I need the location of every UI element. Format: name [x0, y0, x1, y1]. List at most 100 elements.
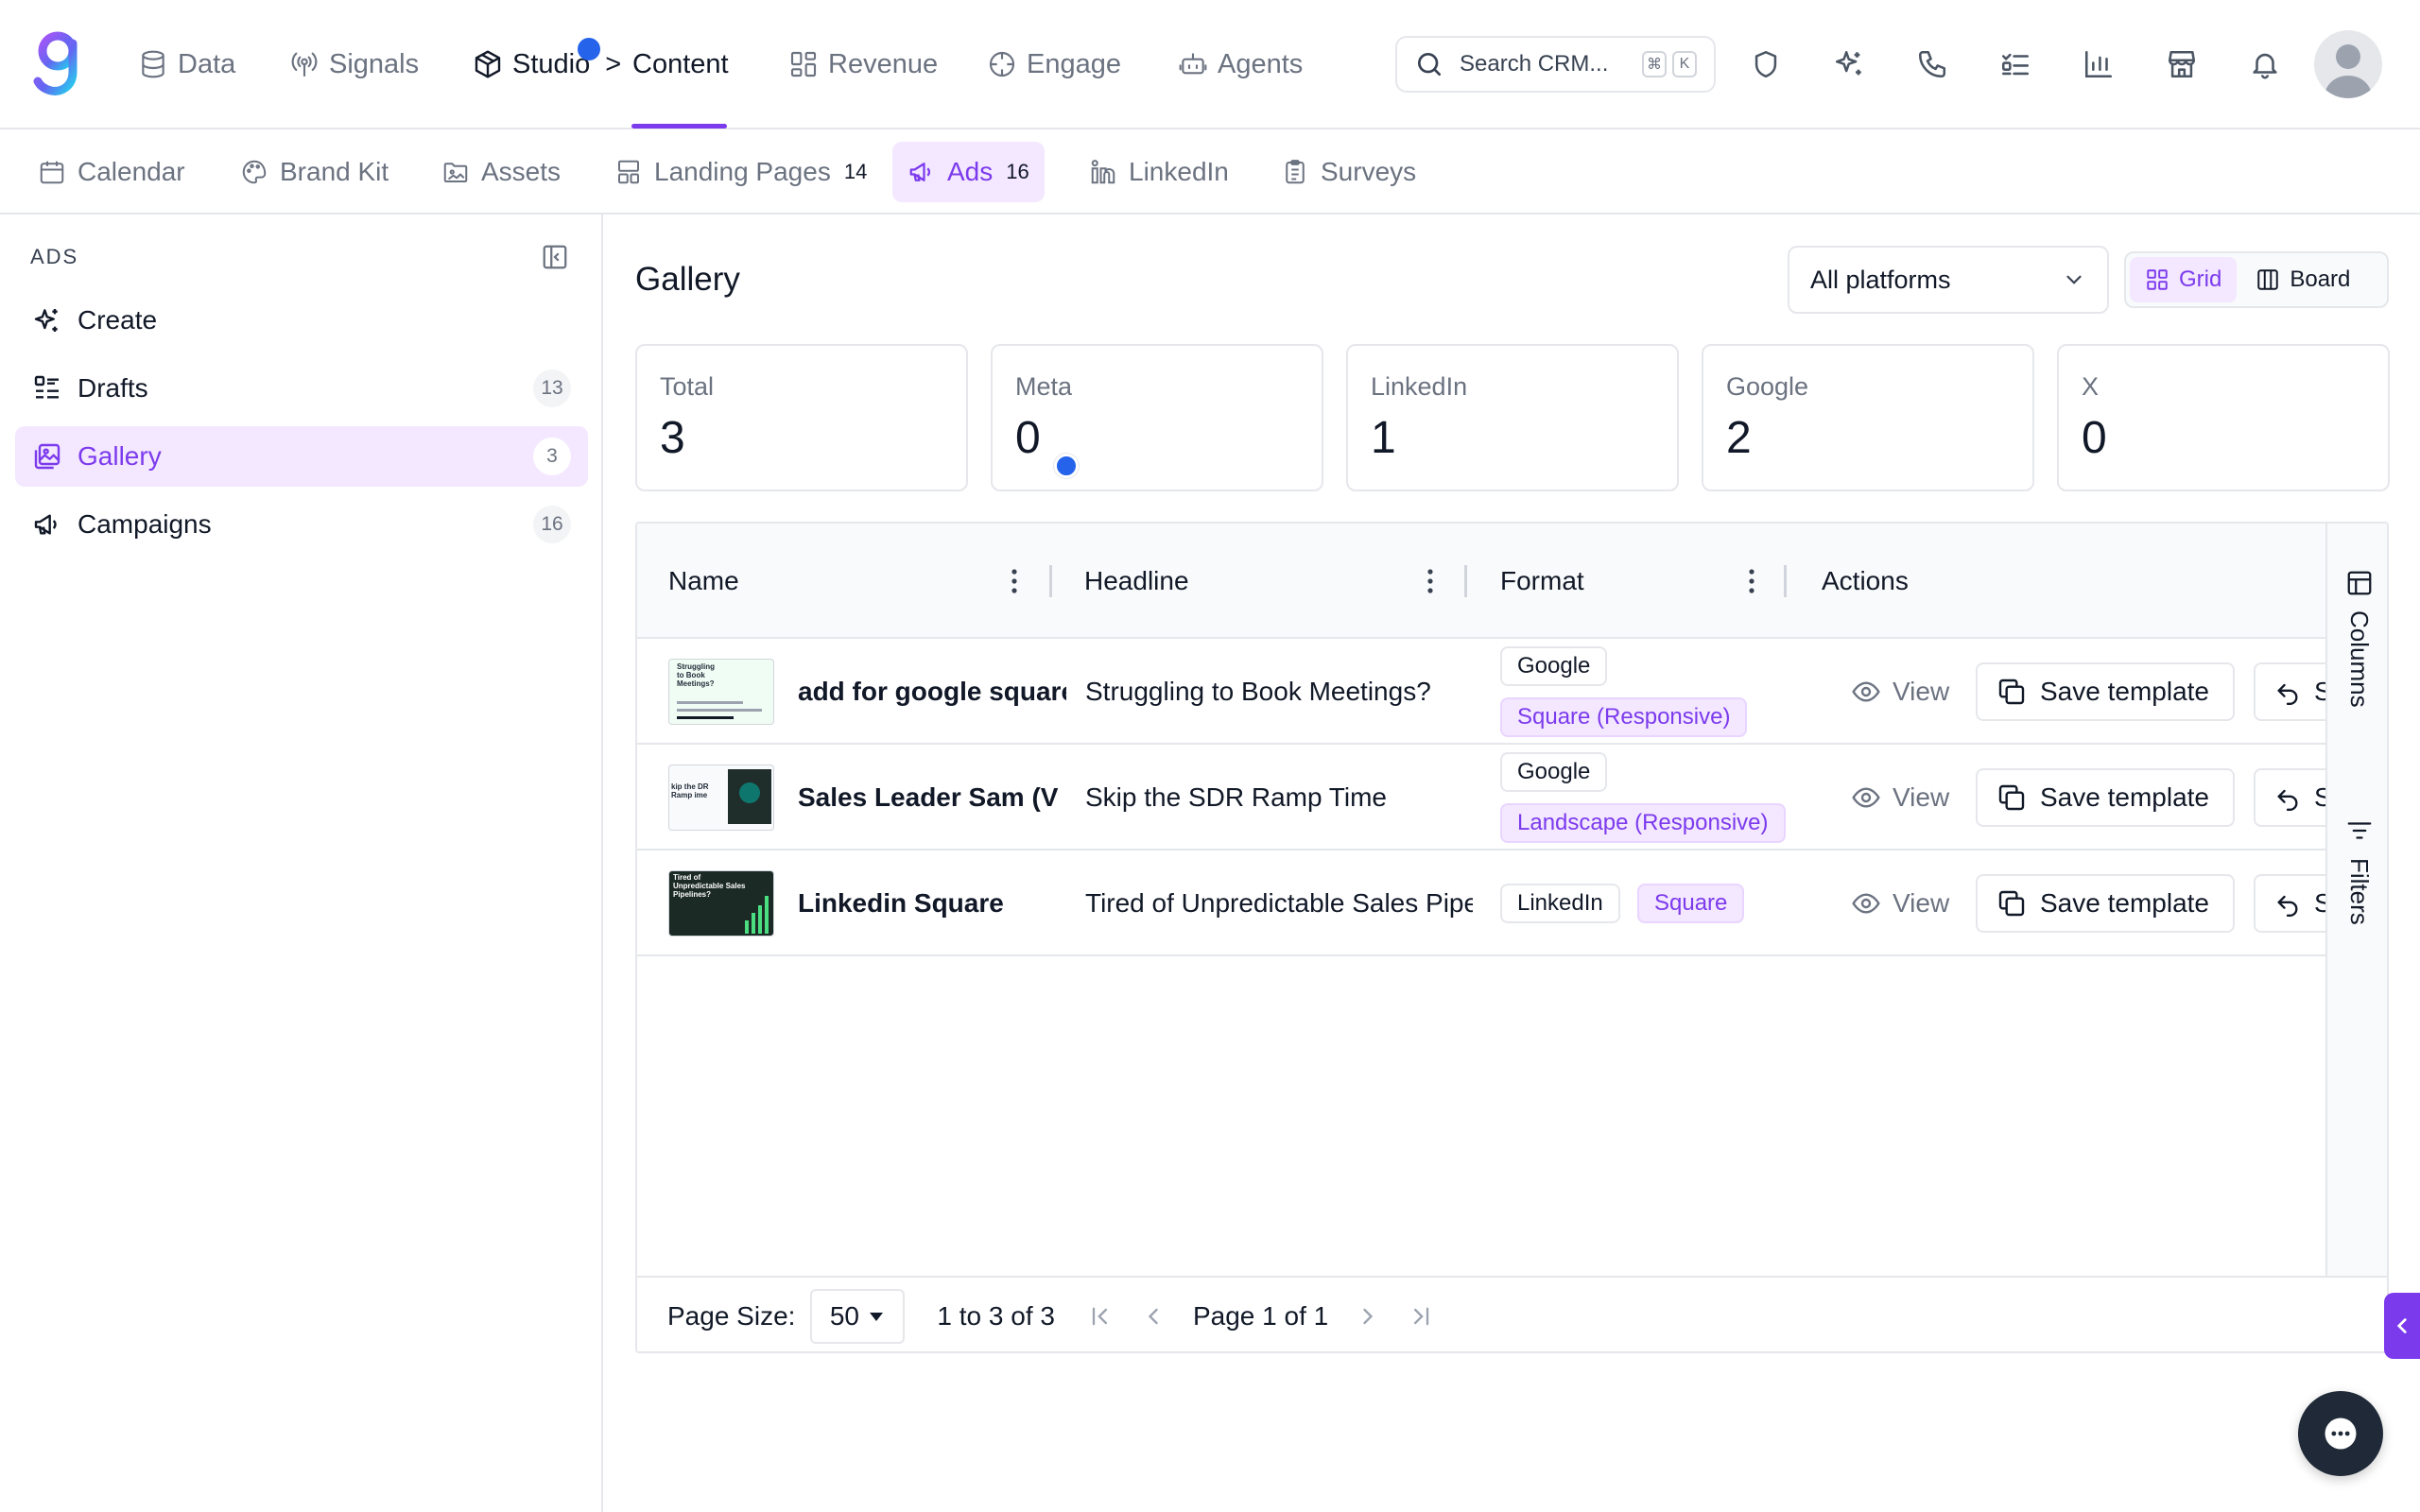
- nav-agents[interactable]: Agents: [1178, 42, 1303, 87]
- chevron-left-icon: [2390, 1314, 2414, 1338]
- grid-icon: [2145, 267, 2169, 292]
- search-icon: [1414, 49, 1444, 79]
- view-button[interactable]: View: [1838, 768, 1955, 827]
- previous-page-icon[interactable]: [1140, 1303, 1167, 1330]
- sidebar-item-drafts[interactable]: Drafts 13: [15, 358, 588, 419]
- sparkles-icon[interactable]: [1830, 45, 1868, 83]
- search-box[interactable]: Search CRM... ⌘ K: [1395, 36, 1716, 93]
- bell-icon[interactable]: [2246, 45, 2284, 83]
- nav-signals[interactable]: Signals: [289, 42, 419, 87]
- ad-name[interactable]: Linkedin Square: [798, 850, 1066, 956]
- ad-thumbnail[interactable]: Tired of Unpredictable Sales Pipelines?: [668, 870, 774, 936]
- search-placeholder[interactable]: Search CRM...: [1460, 51, 1627, 77]
- thumbnail-line: [677, 709, 762, 712]
- nav-revenue[interactable]: Revenue: [788, 42, 938, 87]
- checklist-icon[interactable]: [1996, 45, 2034, 83]
- column-menu-icon[interactable]: [1425, 567, 1436, 595]
- brand-logo[interactable]: [32, 30, 87, 96]
- bar-chart-icon[interactable]: [2080, 45, 2118, 83]
- sidebar-item-create[interactable]: Create: [15, 290, 588, 351]
- column-menu-icon[interactable]: [1009, 567, 1020, 595]
- platform-filter-select[interactable]: All platforms: [1788, 246, 2109, 314]
- notification-dot: [1054, 454, 1079, 478]
- megaphone-icon: [32, 509, 62, 540]
- nav-content[interactable]: Content: [632, 42, 729, 87]
- chat-button[interactable]: [2298, 1391, 2383, 1476]
- format-badge-size: Square: [1637, 884, 1745, 923]
- filters-panel-toggle[interactable]: Filters: [2327, 816, 2387, 925]
- sidebar-item-gallery-label: Gallery: [78, 441, 162, 471]
- tab-surveys[interactable]: Surveys: [1266, 142, 1431, 202]
- board-view-button[interactable]: Board: [2240, 257, 2365, 302]
- nav-engage[interactable]: Engage: [987, 42, 1121, 87]
- format-badge-platform: LinkedIn: [1500, 884, 1620, 923]
- tab-ads[interactable]: Ads 16: [892, 142, 1045, 202]
- table-row[interactable]: kip the DR Ramp ime Sales Leader Sam (V …: [637, 745, 2367, 850]
- ad-name[interactable]: Sales Leader Sam (V: [798, 745, 1066, 850]
- save-template-button[interactable]: Save template: [1976, 768, 2235, 827]
- panel-collapse-tab[interactable]: [2384, 1293, 2420, 1359]
- tab-assets-label: Assets: [481, 157, 562, 186]
- tab-assets[interactable]: Assets: [426, 142, 576, 202]
- nav-data[interactable]: Data: [138, 42, 235, 87]
- store-icon[interactable]: [2163, 45, 2201, 83]
- tab-ads-label: Ads: [947, 157, 994, 186]
- page-size-label: Page Size:: [667, 1301, 796, 1331]
- tab-brand-kit[interactable]: Brand Kit: [225, 142, 404, 202]
- save-template-button[interactable]: Save template: [1976, 662, 2235, 721]
- ad-headline: Tired of Unpredictable Sales Pipelines?: [1085, 888, 1473, 918]
- table-pagination: Page Size: 50 1 to 3 of 3 Page 1 of 1: [637, 1276, 2387, 1351]
- eye-icon: [1851, 677, 1881, 707]
- tab-calendar[interactable]: Calendar: [23, 142, 200, 202]
- table-row[interactable]: Struggling to Book Meetings? add for goo…: [637, 639, 2367, 745]
- page-size-select[interactable]: 50: [810, 1289, 906, 1344]
- column-resize-handle[interactable]: [1464, 565, 1467, 597]
- ad-thumbnail[interactable]: Struggling to Book Meetings?: [668, 659, 774, 725]
- column-header-name[interactable]: Name: [668, 524, 739, 639]
- eye-icon: [1851, 782, 1881, 813]
- save-template-label: Save template: [2040, 888, 2209, 918]
- column-menu-icon[interactable]: [1746, 567, 1757, 595]
- ad-headline: Skip the SDR Ramp Time: [1085, 782, 1387, 812]
- column-header-headline[interactable]: Headline: [1084, 524, 1189, 639]
- top-navigation: Data Signals Studio > Content Revenue En…: [0, 0, 2420, 129]
- ad-thumbnail[interactable]: kip the DR Ramp ime: [668, 765, 774, 831]
- grid-view-button[interactable]: Grid: [2130, 257, 2238, 302]
- tab-linkedin-label: LinkedIn: [1129, 157, 1229, 186]
- view-label: View: [1893, 677, 1950, 706]
- stat-value: 1: [1371, 413, 1396, 463]
- sidebar-item-gallery-count: 3: [533, 438, 571, 475]
- board-view-label: Board: [2290, 266, 2351, 292]
- broadcast-icon: [289, 49, 320, 79]
- sidebar-item-gallery[interactable]: Gallery 3: [15, 426, 588, 487]
- tab-linkedin[interactable]: LinkedIn: [1074, 142, 1244, 202]
- sidebar-item-create-label: Create: [78, 305, 158, 335]
- table-row[interactable]: Tired of Unpredictable Sales Pipelines? …: [637, 850, 2367, 956]
- next-page-icon[interactable]: [1355, 1303, 1381, 1330]
- sidebar-item-campaigns[interactable]: Campaigns 16: [15, 494, 588, 555]
- shield-icon[interactable]: [1747, 45, 1785, 83]
- nav-content-label: Content: [632, 48, 729, 79]
- column-header-format[interactable]: Format: [1500, 524, 1584, 639]
- column-resize-handle[interactable]: [1049, 565, 1052, 597]
- column-resize-handle[interactable]: [1784, 565, 1787, 597]
- sidebar-item-drafts-count: 13: [533, 369, 571, 407]
- user-avatar[interactable]: [2314, 30, 2382, 98]
- phone-icon[interactable]: [1913, 45, 1951, 83]
- view-button[interactable]: View: [1838, 662, 1955, 721]
- copy-icon: [1996, 888, 2027, 919]
- kbd-cmd: ⌘: [1642, 51, 1667, 77]
- first-page-icon[interactable]: [1087, 1303, 1114, 1330]
- save-template-button[interactable]: Save template: [1976, 874, 2235, 933]
- search-shortcut: ⌘ K: [1642, 51, 1697, 77]
- columns-panel-toggle[interactable]: Columns: [2327, 569, 2387, 708]
- crosshair-icon: [987, 49, 1017, 79]
- stat-value: 2: [1726, 413, 1752, 463]
- tab-landing-pages[interactable]: Landing Pages 14: [599, 142, 882, 202]
- ad-name[interactable]: add for google square: [798, 639, 1066, 745]
- last-page-icon[interactable]: [1408, 1303, 1434, 1330]
- view-button[interactable]: View: [1838, 874, 1955, 933]
- sidebar-collapse-icon[interactable]: [541, 243, 569, 271]
- tab-landing-pages-count: 14: [843, 160, 868, 183]
- copy-icon: [1996, 782, 2027, 813]
